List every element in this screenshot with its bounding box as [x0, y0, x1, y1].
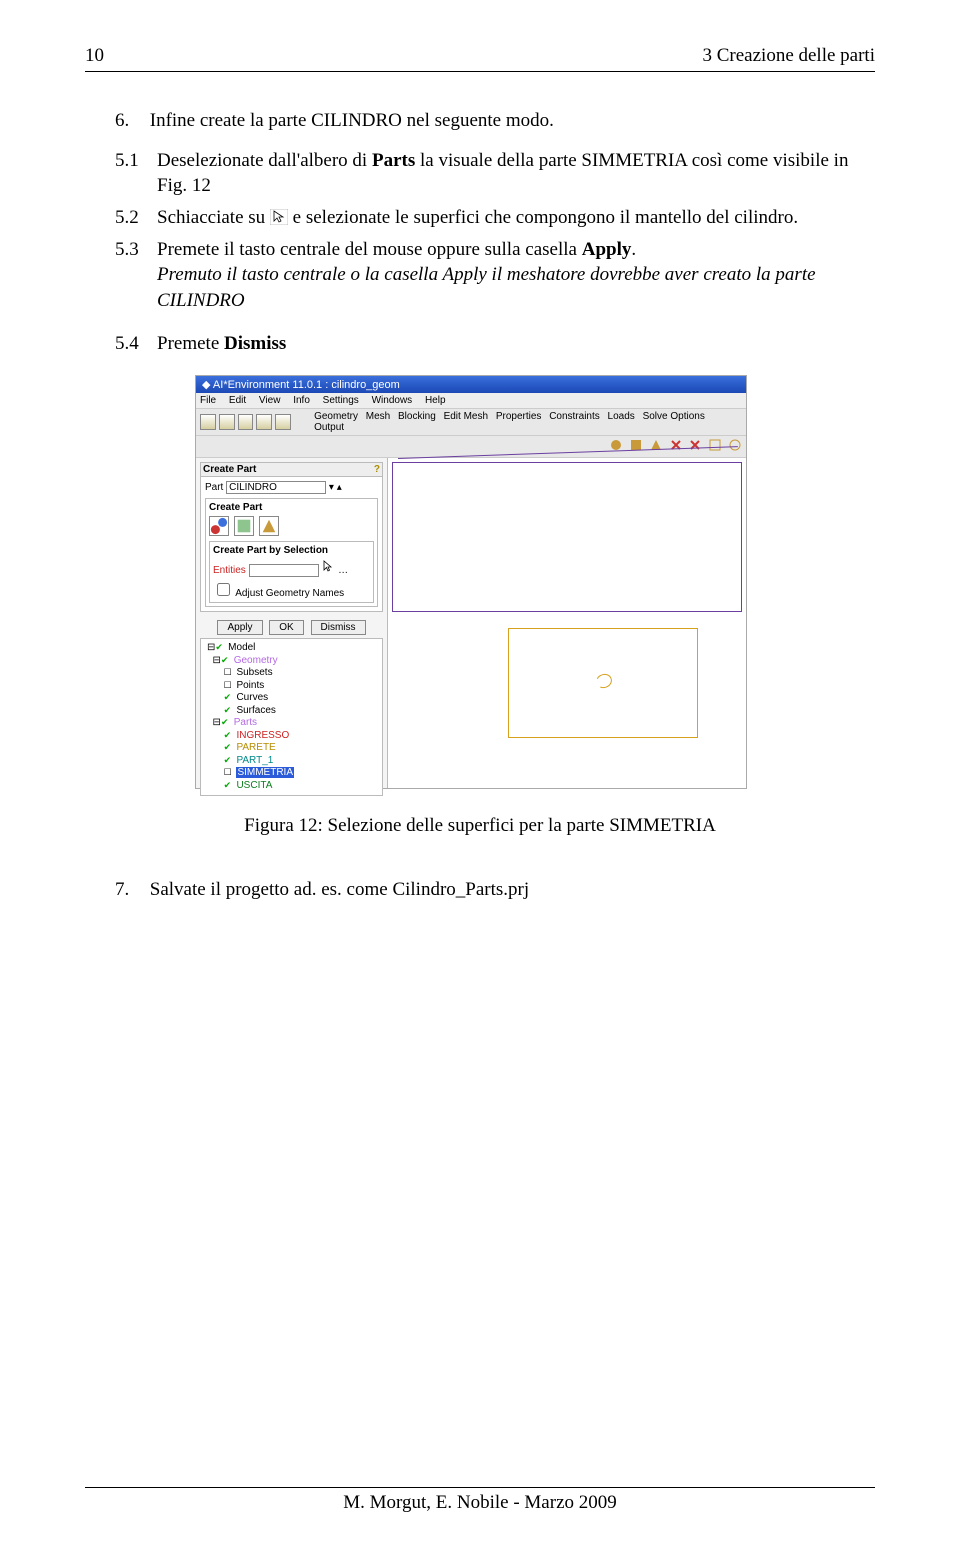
part-tool-icon[interactable] [259, 516, 279, 536]
menu-info[interactable]: Info [293, 395, 310, 406]
page-number: 10 [85, 45, 104, 67]
mode-tabs[interactable]: Geometry Mesh Blocking Edit Mesh Propert… [314, 411, 742, 433]
part-name-input[interactable] [226, 481, 326, 494]
tab-properties[interactable]: Properties [496, 411, 542, 422]
intro-para: 6. Infine create la parte CILINDRO nel s… [85, 108, 875, 134]
part-tool-icon[interactable] [209, 516, 229, 536]
step-list-2: 5.4 Premete Dismiss [85, 331, 875, 357]
toolbar-icon[interactable] [275, 414, 291, 430]
footer-rule [85, 1487, 875, 1488]
footer-text: M. Morgut, E. Nobile - Marzo 2009 [85, 1492, 875, 1514]
help-icon[interactable]: ? [374, 464, 380, 475]
tab-editmesh[interactable]: Edit Mesh [444, 411, 488, 422]
cursor-arrow-icon [270, 207, 288, 223]
toolbar: Geometry Mesh Blocking Edit Mesh Propert… [196, 409, 746, 436]
step-5-4: 5.4 Premete Dismiss [115, 331, 875, 357]
step-list: 5.1 Deselezionate dall'albero di Parts l… [85, 148, 875, 314]
entities-input[interactable] [249, 564, 319, 577]
tab-solve[interactable]: Solve Options [643, 411, 705, 422]
toolbar-icon[interactable] [219, 414, 235, 430]
menu-help[interactable]: Help [425, 395, 446, 406]
viewport-3d[interactable] [388, 458, 746, 788]
viewport-outline [392, 462, 742, 612]
step-5-2: 5.2 Schiacciate su e selezionate le supe… [115, 205, 875, 231]
apply-button[interactable]: Apply [217, 620, 262, 635]
panel-buttons: Apply OK Dismiss [200, 616, 383, 635]
figure-caption: Figura 12: Selezione delle superfici per… [85, 815, 875, 837]
subpanel-title: Create Part [209, 502, 374, 513]
part-label: Part [205, 482, 223, 493]
menubar[interactable]: File Edit View Info Settings Windows Hel… [196, 393, 746, 409]
tab-mesh[interactable]: Mesh [366, 411, 390, 422]
sidebar: Create Part ? Part ▾ ▴ Create Part [196, 458, 388, 788]
tab-loads[interactable]: Loads [608, 411, 635, 422]
tree-simmetria-selected[interactable]: SIMMETRIA [236, 767, 294, 778]
more-button[interactable]: … [338, 565, 348, 576]
model-tree[interactable]: ⊟ Model ⊟ Geometry Subsets Points Curves… [200, 638, 383, 796]
tab-blocking[interactable]: Blocking [398, 411, 436, 422]
tab-geometry[interactable]: Geometry [314, 411, 358, 422]
section-title: 3 Creazione delle parti [702, 45, 875, 67]
create-part-icons [209, 516, 374, 538]
menu-windows[interactable]: Windows [372, 395, 413, 406]
toolbar-icon[interactable] [238, 414, 254, 430]
header-rule [85, 71, 875, 72]
dismiss-button[interactable]: Dismiss [311, 620, 366, 635]
menu-edit[interactable]: Edit [229, 395, 246, 406]
panel-create-part-title: Create Part ? [200, 462, 383, 477]
tab-constraints[interactable]: Constraints [549, 411, 600, 422]
app-logo-icon: ◆ [202, 379, 210, 391]
ok-button[interactable]: OK [269, 620, 303, 635]
cursor-arrow-icon[interactable] [321, 565, 338, 576]
step-5-3: 5.3 Premete il tasto centrale del mouse … [115, 237, 875, 314]
final-step: 7. Salvate il progetto ad. es. come Cili… [85, 877, 875, 903]
app-screenshot: ◆ AI*Environment 11.0.1 : cilindro_geom … [195, 375, 747, 789]
toolbar-icon[interactable] [256, 414, 272, 430]
menu-view[interactable]: View [259, 395, 281, 406]
up-arrow-icon[interactable]: ▴ [337, 482, 342, 493]
tab-output[interactable]: Output [314, 422, 344, 433]
adjust-names-label: Adjust Geometry Names [235, 588, 344, 599]
entities-label: Entities [213, 565, 246, 576]
by-selection-title: Create Part by Selection [213, 545, 370, 556]
step-5-3-note: Premuto il tasto centrale o la casella A… [157, 264, 816, 311]
app-titlebar: ◆ AI*Environment 11.0.1 : cilindro_geom [196, 376, 746, 393]
menu-file[interactable]: File [200, 395, 216, 406]
part-tool-icon[interactable] [234, 516, 254, 536]
adjust-names-checkbox[interactable] [217, 583, 230, 596]
dropdown-arrow-icon[interactable]: ▾ [329, 482, 334, 493]
toolbar-icon[interactable] [200, 414, 216, 430]
menu-settings[interactable]: Settings [323, 395, 359, 406]
step-5-1: 5.1 Deselezionate dall'albero di Parts l… [115, 148, 875, 199]
